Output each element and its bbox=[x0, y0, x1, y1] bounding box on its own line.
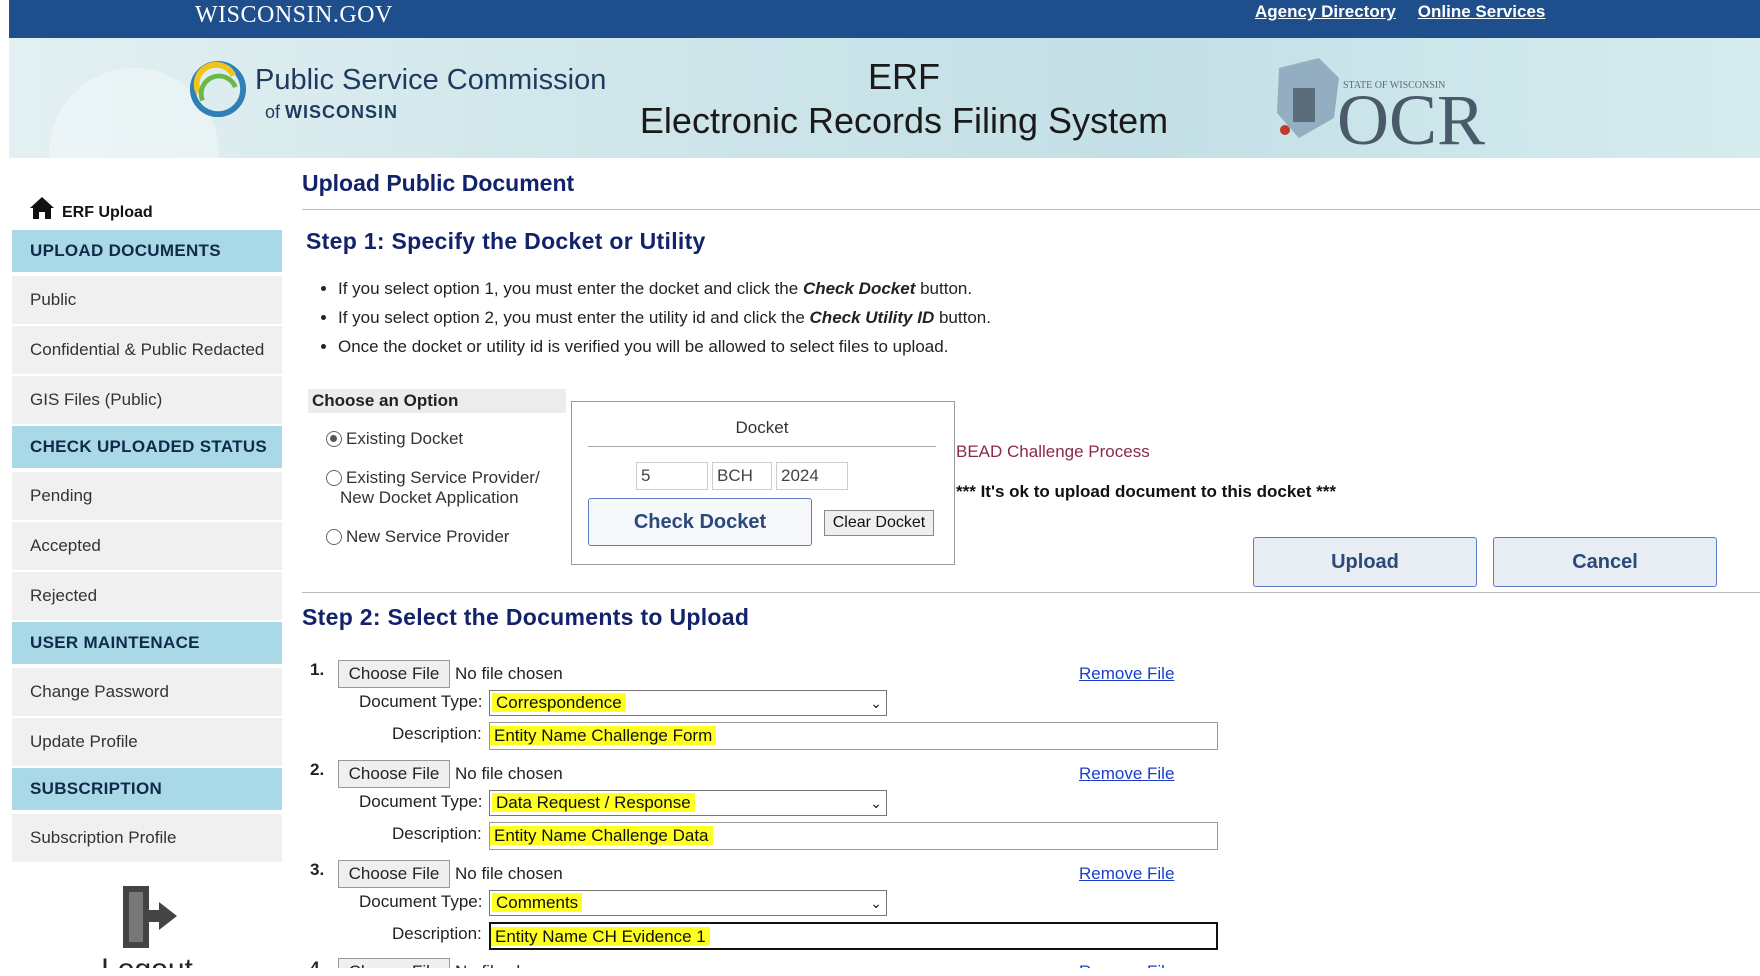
no-file-chosen-text: No file chosen bbox=[455, 664, 563, 683]
document-type-select[interactable]: Comments ⌄ bbox=[489, 890, 887, 916]
top-bar: WISCONSIN.GOV Agency Directory Online Se… bbox=[9, 0, 1760, 38]
remove-file-link[interactable]: Remove File bbox=[1079, 764, 1174, 784]
document-type-select[interactable]: Data Request / Response ⌄ bbox=[489, 790, 887, 816]
ocr-logo: STATE OF WISCONSIN OCR bbox=[1277, 58, 1485, 148]
step2-title: Step 2: Select the Documents to Upload bbox=[302, 604, 750, 630]
document-type-label: Document Type: bbox=[359, 692, 483, 711]
description-input[interactable]: Entity Name Challenge Data bbox=[489, 822, 1218, 850]
docket-name: BEAD Challenge Process bbox=[956, 442, 1150, 461]
option-new-service-provider[interactable]: New Service Provider bbox=[326, 527, 509, 547]
docket-type-input[interactable]: BCH bbox=[712, 462, 772, 490]
remove-file-link[interactable]: Remove File bbox=[1079, 664, 1174, 684]
description-input[interactable]: Entity Name Challenge Form bbox=[489, 722, 1218, 750]
ocr-big-text: OCR bbox=[1337, 80, 1485, 148]
page-title: Upload Public Document bbox=[302, 170, 1760, 210]
no-file-chosen-text: No file chosen bbox=[455, 864, 563, 883]
document-type-select[interactable]: Correspondence ⌄ bbox=[489, 690, 887, 716]
choose-file-button[interactable]: Choose File bbox=[338, 760, 450, 788]
instruction-3: Once the docket or utility id is verifie… bbox=[338, 332, 991, 361]
top-links: Agency Directory Online Services bbox=[1255, 2, 1545, 22]
file-number: 3. bbox=[310, 860, 325, 879]
psc-name: Public Service Commission bbox=[255, 64, 607, 96]
description-value: Entity Name Challenge Form bbox=[490, 726, 717, 745]
nav-header-upload-documents: UPLOAD DOCUMENTS bbox=[12, 230, 282, 276]
chevron-down-icon: ⌄ bbox=[870, 795, 882, 811]
page: WISCONSIN.GOV Agency Directory Online Se… bbox=[0, 0, 1760, 976]
sidebar-item-public[interactable]: Public bbox=[12, 276, 282, 326]
step1-title: Step 1: Specify the Docket or Utility bbox=[306, 228, 706, 254]
cancel-button[interactable]: Cancel bbox=[1493, 537, 1717, 587]
nav-header-user-maintenance: USER MAINTENACE bbox=[12, 622, 282, 668]
description-value: Entity Name Challenge Data bbox=[490, 826, 713, 845]
nav-header-check-status: CHECK UPLOADED STATUS bbox=[12, 426, 282, 472]
header-banner: Public Service Commission of WISCONSIN E… bbox=[9, 38, 1760, 158]
description-label: Description: bbox=[392, 724, 482, 743]
docket-ok-message: *** It's ok to upload document to this d… bbox=[956, 482, 1336, 501]
instruction-1: If you select option 1, you must enter t… bbox=[338, 274, 991, 303]
choose-option-label: Choose an Option bbox=[308, 389, 566, 413]
psc-subtitle: of WISCONSIN bbox=[265, 102, 399, 122]
document-type-label: Document Type: bbox=[359, 792, 483, 811]
new-provider-label: New Service Provider bbox=[346, 527, 510, 546]
document-type-value: Comments bbox=[492, 893, 583, 912]
home-label: ERF Upload bbox=[62, 204, 153, 221]
docket-panel: Docket 5 BCH 2024 Check Docket Clear Doc… bbox=[571, 401, 955, 565]
description-input[interactable]: Entity Name CH Evidence 1 bbox=[489, 922, 1218, 950]
main-content: Upload Public Document Step 1: Specify t… bbox=[302, 170, 1760, 976]
docket-label: Docket bbox=[588, 418, 936, 447]
file-number: 1. bbox=[310, 660, 325, 679]
document-type-value: Correspondence bbox=[492, 693, 626, 712]
existing-docket-label: Existing Docket bbox=[346, 429, 464, 448]
logout-icon bbox=[123, 886, 177, 948]
sidebar-item-pending[interactable]: Pending bbox=[12, 472, 282, 522]
description-value: Entity Name CH Evidence 1 bbox=[491, 927, 710, 946]
agency-directory-link[interactable]: Agency Directory bbox=[1255, 2, 1396, 22]
sidebar: ERF Upload UPLOAD DOCUMENTS Public Confi… bbox=[12, 176, 282, 976]
instructions-list: If you select option 1, you must enter t… bbox=[338, 274, 991, 361]
docket-year-input[interactable]: 2024 bbox=[776, 462, 848, 490]
sidebar-item-rejected[interactable]: Rejected bbox=[12, 572, 282, 622]
file-number: 2. bbox=[310, 760, 325, 779]
docket-number-input[interactable]: 5 bbox=[636, 462, 708, 490]
psc-logo-icon bbox=[189, 60, 247, 118]
option-existing-service-provider[interactable]: Existing Service Provider/ New Docket Ap… bbox=[326, 468, 540, 508]
option-existing-docket[interactable]: Existing Docket bbox=[326, 429, 463, 449]
existing-provider-label: Existing Service Provider/ bbox=[346, 468, 540, 487]
erf-title: ERF bbox=[868, 56, 940, 97]
description-label: Description: bbox=[392, 924, 482, 943]
new-provider-radio[interactable] bbox=[326, 529, 342, 545]
existing-provider-radio[interactable] bbox=[326, 470, 342, 486]
wisconsin-gov-logo[interactable]: WISCONSIN.GOV bbox=[195, 2, 393, 29]
online-services-link[interactable]: Online Services bbox=[1418, 2, 1546, 22]
document-type-label: Document Type: bbox=[359, 892, 483, 911]
existing-docket-radio[interactable] bbox=[326, 431, 342, 447]
sidebar-item-update-profile[interactable]: Update Profile bbox=[12, 718, 282, 768]
sidebar-item-accepted[interactable]: Accepted bbox=[12, 522, 282, 572]
home-icon bbox=[30, 197, 54, 219]
sidebar-item-change-password[interactable]: Change Password bbox=[12, 668, 282, 718]
chevron-down-icon: ⌄ bbox=[870, 695, 882, 711]
new-docket-application-label: New Docket Application bbox=[340, 488, 519, 507]
description-label: Description: bbox=[392, 824, 482, 843]
logout-button[interactable]: Logout bbox=[12, 882, 282, 976]
clear-docket-button[interactable]: Clear Docket bbox=[824, 510, 934, 536]
viewport-edge bbox=[0, 968, 1760, 976]
sidebar-item-subscription-profile[interactable]: Subscription Profile bbox=[12, 814, 282, 864]
nav-header-subscription: SUBSCRIPTION bbox=[12, 768, 282, 814]
instruction-2: If you select option 2, you must enter t… bbox=[338, 303, 991, 332]
erf-upload-home[interactable]: ERF Upload bbox=[12, 176, 282, 230]
chevron-down-icon: ⌄ bbox=[870, 895, 882, 911]
divider bbox=[302, 592, 1760, 593]
erf-subtitle: Electronic Records Filing System bbox=[639, 100, 1169, 141]
choose-file-button[interactable]: Choose File bbox=[338, 660, 450, 688]
remove-file-link[interactable]: Remove File bbox=[1079, 864, 1174, 884]
sidebar-item-gis-files[interactable]: GIS Files (Public) bbox=[12, 376, 282, 426]
no-file-chosen-text: No file chosen bbox=[455, 764, 563, 783]
upload-button[interactable]: Upload bbox=[1253, 537, 1477, 587]
document-type-value: Data Request / Response bbox=[492, 793, 695, 812]
check-docket-button[interactable]: Check Docket bbox=[588, 498, 812, 546]
choose-file-button[interactable]: Choose File bbox=[338, 860, 450, 888]
sidebar-item-confidential[interactable]: Confidential & Public Redacted bbox=[12, 326, 282, 376]
